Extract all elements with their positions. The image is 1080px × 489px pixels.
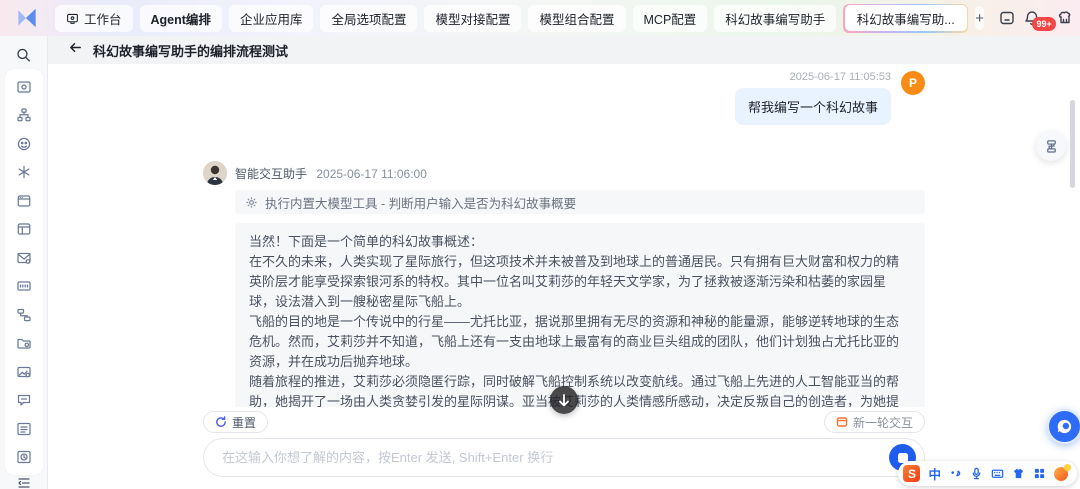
collapse-sidebar-icon[interactable] (15, 475, 32, 489)
story-paragraph: 当然！下面是一个简单的科幻故事概述： (249, 232, 911, 252)
nav-model-combo[interactable]: 模型组合配置 (528, 5, 625, 32)
nav-scifi-assistant[interactable]: 科幻故事编写助手 (714, 5, 836, 32)
media-settings-icon[interactable] (15, 363, 32, 380)
new-round-label: 新一轮交互 (853, 414, 913, 431)
nav-model-connection[interactable]: 模型对接配置 (424, 5, 521, 32)
nav-agent-orchestration[interactable]: Agent编排 (140, 5, 222, 32)
main-area: 科幻故事编写助手的编排流程测试 2025-06-17 11:05:53 帮我编写… (48, 36, 1080, 489)
dashboard-icon[interactable] (15, 78, 32, 95)
assistant-floating-button[interactable] (1047, 409, 1080, 444)
schedule-icon[interactable] (15, 449, 32, 466)
ime-logo[interactable]: S (903, 465, 920, 482)
assistant-message-time: 2025-06-17 11:06:00 (316, 167, 427, 181)
ime-toolbox-icon[interactable] (1033, 467, 1046, 480)
input-config-icon[interactable] (15, 278, 32, 295)
scroll-to-bottom-button[interactable] (550, 386, 578, 414)
workflow-view-floating-button[interactable] (1036, 131, 1066, 161)
home-box-icon[interactable] (998, 9, 1016, 27)
ime-skin-icon[interactable] (1012, 467, 1025, 480)
arrow-down-icon (557, 393, 571, 407)
add-tab-button[interactable]: + (975, 6, 984, 30)
org-structure-icon[interactable] (15, 107, 32, 124)
reset-label: 重置 (232, 414, 256, 431)
user-message: 2025-06-17 11:05:53 帮我编写一个科幻故事 P (203, 71, 925, 125)
topbar: 工作台 Agent编排 企业应用库 全局选项配置 模型对接配置 模型组合配置 M… (0, 0, 1080, 36)
user-message-time: 2025-06-17 11:05:53 (790, 71, 891, 83)
chat-area: 2025-06-17 11:05:53 帮我编写一个科幻故事 P 智能交互助手 … (48, 64, 1080, 489)
refresh-icon (215, 416, 227, 428)
assistant-avatar (203, 161, 227, 185)
search-icon[interactable] (15, 46, 32, 63)
assistant-message-header: 智能交互助手 2025-06-17 11:06:00 (235, 161, 925, 182)
ime-keyboard-icon[interactable] (991, 467, 1004, 480)
ime-language-mode[interactable]: 中 (928, 464, 941, 483)
chat-input[interactable] (203, 438, 925, 477)
app-logo-icon (14, 5, 40, 31)
workflow-icon (1044, 139, 1059, 154)
tool-execution-note-1: 执行内置大模型工具 - 判断用户输入是否为科幻故事概要 (235, 190, 925, 214)
assistant-name: 智能交互助手 (235, 167, 307, 181)
page-title: 科幻故事编写助手的编排流程测试 (93, 41, 288, 60)
list-log-icon[interactable] (15, 420, 32, 437)
story-paragraph: 飞船的目的地是一个传说中的行星——尤托比亚，据说那里拥有无尽的资源和神秘的能量源… (249, 312, 911, 372)
page-header: 科幻故事编写助手的编排流程测试 (48, 36, 1080, 64)
sidebar (0, 36, 48, 489)
agent-icon[interactable] (15, 135, 32, 152)
tool-note-text: 执行内置大模型工具 - 判断用户输入是否为科幻故事概要 (265, 193, 576, 212)
notification-badge: 99+ (1032, 17, 1056, 31)
nav-workspace-label: 工作台 (84, 9, 122, 28)
chat-settings-icon[interactable] (15, 392, 32, 409)
nav-workspace[interactable]: 工作台 (55, 5, 133, 32)
chat-scrollbar-thumb[interactable] (1070, 100, 1075, 188)
active-tab-label: 科幻故事编写助... (845, 5, 967, 31)
ime-toolbar: S 中 (898, 461, 1077, 486)
workspace-icon (66, 12, 79, 25)
new-round-button[interactable]: 新一轮交互 (824, 411, 925, 433)
nav-global-options[interactable]: 全局选项配置 (320, 5, 417, 32)
gear-icon (245, 196, 258, 209)
new-round-icon (836, 416, 848, 428)
template-window-icon[interactable] (15, 221, 32, 238)
workflow-icon[interactable] (15, 306, 32, 323)
mail-settings-icon[interactable] (15, 249, 32, 266)
reset-button[interactable]: 重置 (203, 411, 268, 433)
ime-punctuation-icon[interactable] (949, 467, 962, 480)
nav-enterprise-apps[interactable]: 企业应用库 (229, 5, 314, 32)
nav-mcp-config[interactable]: MCP配置 (633, 5, 708, 32)
story-paragraph: 在不久的未来，人类实现了星际旅行，但这项技术并未被普及到地球上的普通居民。只有拥… (249, 252, 911, 312)
active-tab[interactable]: 科幻故事编写助... (843, 4, 968, 33)
back-arrow-icon (68, 40, 83, 55)
chat-bubble-icon (1055, 417, 1074, 436)
folder-settings-icon[interactable] (15, 335, 32, 352)
user-message-bubble: 帮我编写一个科幻故事 (735, 88, 891, 125)
plugin-icon[interactable] (15, 164, 32, 181)
app-window-icon[interactable] (15, 192, 32, 209)
user-message-avatar: P (901, 71, 925, 95)
sidebar-icon-rail (5, 69, 43, 475)
ime-emoji-icon[interactable] (1054, 467, 1068, 481)
chef-hat-icon[interactable] (1056, 9, 1074, 27)
ime-microphone-icon[interactable] (970, 467, 983, 480)
back-button[interactable] (68, 40, 83, 60)
notification-bell-icon[interactable]: 99+ (1023, 9, 1041, 27)
